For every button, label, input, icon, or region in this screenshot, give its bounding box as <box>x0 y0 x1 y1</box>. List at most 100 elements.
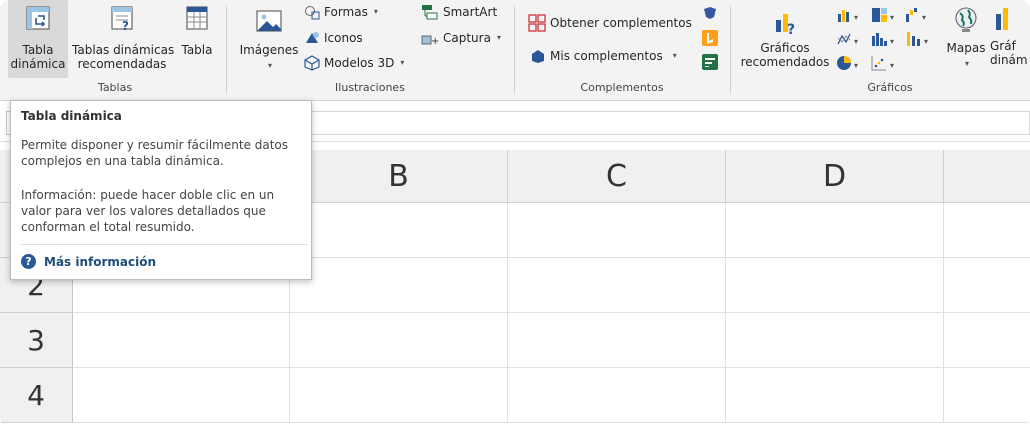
svg-text:▾: ▾ <box>890 61 894 70</box>
table-button[interactable]: Tabla <box>176 0 218 78</box>
images-label: Imágenes <box>239 43 299 57</box>
statistic-chart-button[interactable]: ▾ <box>870 30 900 48</box>
recommended-charts-button[interactable]: ? Gráficos recomendados <box>740 0 830 78</box>
cell[interactable] <box>508 258 726 313</box>
group-label-complementos: Complementos <box>580 81 664 94</box>
cell[interactable] <box>290 313 508 368</box>
scatter-chart-icon: ▾ <box>871 56 894 71</box>
table-icon <box>186 6 208 30</box>
smartart-label: SmartArt <box>443 5 498 19</box>
cell[interactable] <box>290 203 508 258</box>
group-label-tablas: Tablas <box>97 81 133 94</box>
icons-button[interactable]: Iconos <box>304 30 363 46</box>
scatter-chart-button[interactable]: ▾ <box>870 54 900 72</box>
shapes-icon <box>305 6 320 20</box>
recommended-charts-label-2: recomendados <box>740 55 830 69</box>
my-addins-button[interactable]: Mis complementos ▾ <box>530 48 677 64</box>
3d-models-button[interactable]: Modelos 3D ▾ <box>304 55 404 71</box>
tooltip-divider <box>21 244 307 245</box>
cell[interactable] <box>944 368 1030 423</box>
pivot-table-tooltip: Tabla dinámica Permite disponer y resumi… <box>10 100 312 280</box>
column-header-b[interactable]: B <box>290 150 508 202</box>
svg-text:▾: ▾ <box>922 13 926 22</box>
pivot-table-button[interactable]: Tabla dinámica <box>8 0 68 78</box>
cell[interactable] <box>726 313 944 368</box>
hierarchy-chart-button[interactable]: ▾ <box>870 6 900 24</box>
pie-chart-icon: ▾ <box>837 56 858 70</box>
cell[interactable] <box>944 203 1030 258</box>
column-chart-button[interactable]: ▾ <box>836 6 866 24</box>
cell[interactable] <box>508 203 726 258</box>
pivot-chart-button[interactable]: Gráf dinám <box>990 0 1030 78</box>
line-chart-button[interactable]: ▾ <box>836 30 866 48</box>
maps-label: Mapas <box>946 41 986 55</box>
group-label-ilustraciones: Ilustraciones <box>335 81 405 94</box>
waterfall-chart-button[interactable]: ▾ <box>904 6 934 24</box>
chevron-down-icon: ▾ <box>400 58 405 67</box>
more-info-link[interactable]: ? Más información <box>21 254 156 269</box>
pivot-table-label-2: dinámica <box>10 57 66 71</box>
waterfall-chart-icon: ▾ <box>906 8 926 22</box>
screenshot-label: Captura <box>443 31 491 45</box>
separator <box>226 6 227 94</box>
cell[interactable] <box>73 313 290 368</box>
cell[interactable] <box>290 368 508 423</box>
column-header-e[interactable] <box>944 150 1030 202</box>
cell[interactable] <box>73 368 290 423</box>
smartart-button[interactable]: SmartArt <box>421 4 497 20</box>
recommended-pivot-tables-button[interactable]: ? Tablas dinámicas recomendadas <box>72 0 175 78</box>
cell[interactable] <box>944 313 1030 368</box>
shapes-button[interactable]: Formas ▾ <box>304 4 378 20</box>
pivot-chart-label-2: dinám <box>990 53 1028 67</box>
cell[interactable] <box>508 313 726 368</box>
maps-button[interactable]: Mapas ▾ <box>942 0 990 78</box>
more-info-label: Más información <box>44 254 157 269</box>
svg-text:▾: ▾ <box>854 37 858 46</box>
separator <box>730 6 731 94</box>
row-header-3[interactable]: 3 <box>0 313 73 368</box>
column-header-c[interactable]: C <box>508 150 726 202</box>
get-addins-label: Obtener complementos <box>550 16 692 30</box>
chevron-down-icon: ▾ <box>496 33 501 42</box>
cell[interactable] <box>726 203 944 258</box>
store-icon <box>528 14 546 32</box>
svg-text:▾: ▾ <box>854 61 858 70</box>
cell[interactable] <box>290 258 508 313</box>
group-label-graficos: Gráficos <box>867 81 913 94</box>
pivot-chart-label-1: Gráf <box>990 39 1016 53</box>
combo-chart-button[interactable]: ▾ <box>904 30 934 48</box>
hierarchy-chart-icon: ▾ <box>872 8 894 22</box>
chevron-down-icon: ▾ <box>267 61 272 70</box>
row-header-4[interactable]: 4 <box>0 368 73 423</box>
cell[interactable] <box>944 258 1030 313</box>
shapes-label: Formas <box>324 5 368 19</box>
visio-icon[interactable] <box>702 6 718 20</box>
people-graph-icon[interactable] <box>702 54 718 70</box>
chevron-down-icon: ▾ <box>672 51 677 60</box>
ribbon-insert: Tabla dinámica ? Tablas dinámicas recome… <box>0 0 1030 101</box>
tooltip-info: Información: puede hacer doble clic en u… <box>21 188 275 234</box>
image-icon <box>256 10 282 32</box>
help-icon: ? <box>21 254 36 269</box>
screenshot-icon: + <box>421 35 439 46</box>
svg-text:?: ? <box>122 19 129 32</box>
my-addins-label: Mis complementos <box>550 49 663 63</box>
addins-icon <box>532 50 544 63</box>
svg-text:+: + <box>431 36 439 46</box>
cell[interactable] <box>508 368 726 423</box>
recommended-charts-icon: ? <box>776 14 795 38</box>
screenshot-button[interactable]: + Captura ▾ <box>421 30 501 46</box>
combo-chart-icon: ▾ <box>907 32 928 46</box>
images-button[interactable]: Imágenes ▾ <box>238 0 300 78</box>
column-header-d[interactable]: D <box>726 150 944 202</box>
get-addins-button[interactable]: Obtener complementos <box>528 14 692 32</box>
recommended-pivot-icon: ? <box>111 6 133 33</box>
cell[interactable] <box>726 258 944 313</box>
tooltip-description: Permite disponer y resumir fácilmente da… <box>21 138 289 168</box>
pie-chart-button[interactable]: ▾ <box>836 54 866 72</box>
cell[interactable] <box>726 368 944 423</box>
3d-models-label: Modelos 3D <box>324 56 395 70</box>
recommended-pivot-label-1: Tablas dinámicas <box>72 43 175 57</box>
bing-icon[interactable] <box>702 30 718 46</box>
svg-text:▾: ▾ <box>890 13 894 22</box>
